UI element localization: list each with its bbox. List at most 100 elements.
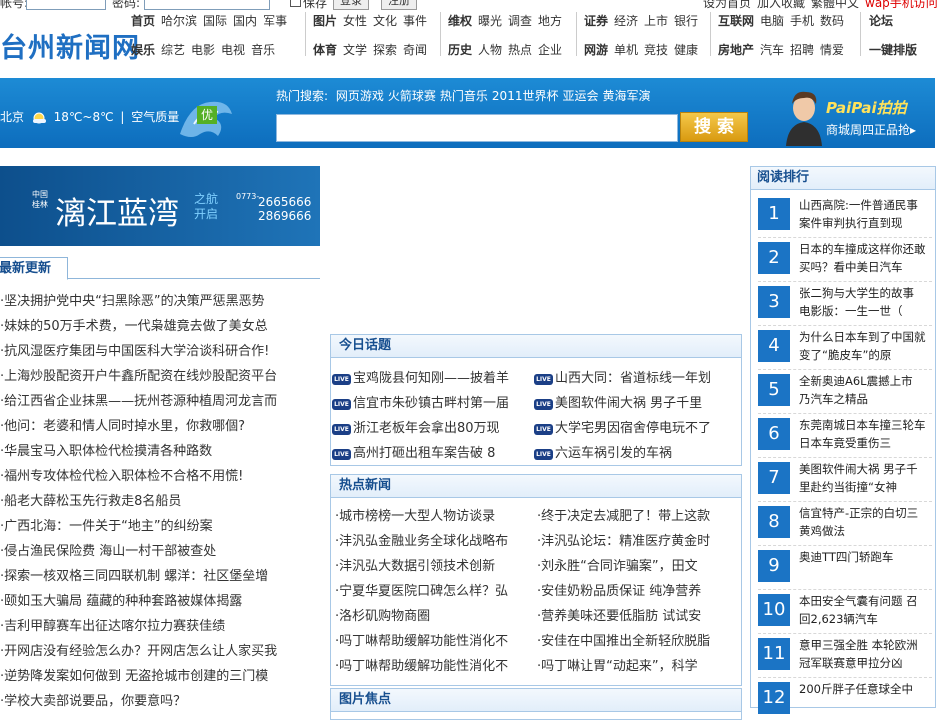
hot-search-term[interactable]: 亚运会 <box>562 89 598 103</box>
login-button[interactable]: 登录 <box>333 0 369 10</box>
list-item[interactable]: ·华晨宝马入职体检代检摸清各种路数 <box>0 440 320 465</box>
hot-news-item[interactable]: ·刘永胜“合同诈骗案”，田文 <box>537 555 733 574</box>
list-item[interactable]: ·开网店没有经验怎么办？开网店怎么让人家买我 <box>0 640 320 665</box>
list-item[interactable]: ·坚决拥护党中央“扫黑除恶”的决策严惩黑恶势 <box>0 290 320 315</box>
nav-link[interactable]: 探索 <box>373 43 397 57</box>
nav-link[interactable]: 银行 <box>674 14 698 28</box>
list-item[interactable]: ·福州专攻体检代检入职体检不合格不用慌! <box>0 465 320 490</box>
hot-search-term[interactable]: 2011世界杯 <box>492 89 559 103</box>
nav-category-link[interactable]: 娱乐 <box>131 43 155 57</box>
rank-title[interactable]: 奥迪TT四门轿跑车 <box>799 548 927 584</box>
hot-news-item[interactable]: ·宁夏华夏医院口碑怎么样？弘 <box>335 580 529 599</box>
account-input[interactable] <box>26 0 106 10</box>
traditional-chinese-link[interactable]: 繁體中文 <box>811 0 859 11</box>
list-item[interactable]: ·他问：老婆和情人同时掉水里，你救哪個? <box>0 415 320 440</box>
today-topic-item[interactable]: LIVE 浙江老板年会拿出80万现 <box>332 417 522 436</box>
nav-link[interactable]: 曝光 <box>478 14 502 28</box>
today-topic-text[interactable]: 美图软件闹大祸 男子千里 <box>555 396 702 411</box>
hot-news-item[interactable]: ·沣汎弘论坛：精准医疗黄金时 <box>537 530 733 549</box>
rank-title[interactable]: 意甲三强全胜 本轮欧洲冠军联赛意甲拉分凶 <box>799 636 927 672</box>
nav-link[interactable]: 国际 <box>203 14 227 28</box>
nav-link[interactable]: 热点 <box>508 43 532 57</box>
rank-item[interactable]: 7 美图软件闹大祸 男子千里赴约当街撞“女神 <box>758 456 934 500</box>
list-item[interactable]: ·抗风湿医疗集团与中国医科大学洽谈科研合作! <box>0 340 320 365</box>
today-topic-item[interactable]: LIVE 美图软件闹大祸 男子千里 <box>534 392 730 411</box>
today-topic-item[interactable]: LIVE 山西大同：省道标线一年划 <box>534 367 730 386</box>
nav-link[interactable]: 健康 <box>674 43 698 57</box>
list-item[interactable]: ·逆势降发案如何做到 无盗抢城市创建的三门模 <box>0 665 320 690</box>
rank-item[interactable]: 2 日本的车撞成这样你还敢买吗？看中美日汽车 <box>758 236 934 280</box>
nav-link[interactable]: 文学 <box>343 43 367 57</box>
add-favorite-link[interactable]: 加入收藏 <box>757 0 805 11</box>
nav-category-link[interactable]: 房地产 <box>718 43 754 57</box>
nav-link[interactable]: 电影 <box>191 43 215 57</box>
nav-category-link[interactable]: 体育 <box>313 43 337 57</box>
nav-link[interactable]: 单机 <box>614 43 638 57</box>
today-topic-text[interactable]: 信宜市朱砂镇古畔村第一届 <box>353 396 509 411</box>
nav-link[interactable]: 哈尔滨 <box>161 14 197 28</box>
rank-title[interactable]: 为什么日本车到了中国就变了“脆皮车”的原 <box>799 328 927 364</box>
nav-category-link[interactable]: 历史 <box>448 43 472 57</box>
nav-link[interactable]: 招聘 <box>790 43 814 57</box>
search-input[interactable] <box>276 114 678 142</box>
list-item[interactable]: ·颐如玉大骗局 蕴藏的种种套路被媒体揭露 <box>0 590 320 615</box>
nav-link[interactable]: 综艺 <box>161 43 185 57</box>
nav-link[interactable]: 音乐 <box>251 43 275 57</box>
list-item[interactable]: ·学校大卖部说要品，你要意吗？ <box>0 690 320 715</box>
nav-link[interactable]: 手机 <box>790 14 814 28</box>
rank-title[interactable]: 本田安全气囊有问题 召回2,623辆汽车 <box>799 592 927 628</box>
rank-item[interactable]: 1 山西高院:一件普通民事案件审判执行直到现 <box>758 192 934 236</box>
list-item[interactable]: ·吉利甲醇赛车出征达喀尔拉力赛获佳绩 <box>0 615 320 640</box>
hot-search-term[interactable]: 黄海军演 <box>602 89 650 103</box>
list-item[interactable]: ·探索一核双格三同四联机制 螺洋：社区堡垒增 <box>0 565 320 590</box>
rank-title[interactable]: 张二狗与大学生的故事 电影版：一生一世（ <box>799 284 927 320</box>
hot-news-item[interactable]: ·吗丁啉让胃“动起来”，科学 <box>537 655 733 674</box>
nav-category-link[interactable]: 证券 <box>584 14 608 28</box>
rank-title[interactable]: 山西高院:一件普通民事案件审判执行直到现 <box>799 196 927 232</box>
today-topic-item[interactable]: LIVE 宝鸡陇县何知刚——披着羊 <box>332 367 522 386</box>
hot-news-item[interactable]: ·城市榜榜一大型人物访谈录 <box>335 505 529 524</box>
nav-link[interactable]: 事件 <box>403 14 427 28</box>
nav-category-link[interactable]: 首页 <box>131 14 155 28</box>
nav-link[interactable]: 调查 <box>508 14 532 28</box>
hot-search-term[interactable]: 火箭球赛 <box>388 89 436 103</box>
hot-news-item[interactable]: ·吗丁啉帮助缓解功能性消化不 <box>335 630 529 649</box>
rank-title[interactable]: 200斤胖子任意球全中 <box>799 680 927 716</box>
nav-link[interactable]: 上市 <box>644 14 668 28</box>
nav-link[interactable]: 企业 <box>538 43 562 57</box>
paipai-logo[interactable]: PaiPai拍拍 <box>826 97 907 118</box>
nav-category-link[interactable]: 互联网 <box>718 14 754 28</box>
nav-link[interactable]: 女性 <box>343 14 367 28</box>
nav-link[interactable]: 地方 <box>538 14 562 28</box>
nav-category-link[interactable]: 论坛 <box>869 14 893 28</box>
nav-link[interactable]: 人物 <box>478 43 502 57</box>
nav-link[interactable]: 电视 <box>221 43 245 57</box>
hot-news-item[interactable]: ·安佳奶粉品质保证 纯净营养 <box>537 580 733 599</box>
hot-news-item[interactable]: ·沣汎弘大数据引领技术创新 <box>335 555 529 574</box>
site-logo[interactable]: 台州新闻网 <box>0 26 140 65</box>
today-topic-text[interactable]: 六运车祸引发的车祸 <box>555 446 672 461</box>
today-topic-text[interactable]: 宝鸡陇县何知刚——披着羊 <box>353 371 509 386</box>
rank-title[interactable]: 信宜特产-正宗的白切三黄鸡做法 <box>799 504 927 540</box>
rank-title[interactable]: 东莞南城日本车撞三轮车 日本车竟受重伤三 <box>799 416 927 452</box>
list-item[interactable]: ·船老大薛松玉先行救走8名船员 <box>0 490 320 515</box>
save-checkbox[interactable] <box>290 0 301 7</box>
nav-category-link[interactable]: 一键排版 <box>869 43 917 57</box>
rank-item[interactable]: 5 全新奥迪A6L震撼上市 乃汽车之精品 <box>758 368 934 412</box>
hot-news-item[interactable]: ·营养美味还要低脂肪 试试安 <box>537 605 733 624</box>
list-item[interactable]: ·给江西省企业抹黑——抚州苍源种植周河龙言而 <box>0 390 320 415</box>
nav-category-link[interactable]: 网游 <box>584 43 608 57</box>
hot-search-term[interactable]: 热门音乐 <box>440 89 488 103</box>
tab-latest-news[interactable]: 最新更新 <box>0 257 68 280</box>
set-home-link[interactable]: 设为首页 <box>703 0 751 11</box>
list-item[interactable]: ·广西北海：一件关于“地主”的纠纷案 <box>0 515 320 540</box>
today-topic-item[interactable]: LIVE 高州打砸出租车案告破 8 <box>332 442 522 461</box>
rank-item[interactable]: 8 信宜特产-正宗的白切三黄鸡做法 <box>758 500 934 544</box>
search-button[interactable]: 搜 索 <box>680 112 748 142</box>
paipai-promo-link[interactable]: 商城周四正品抢▸ <box>826 121 916 138</box>
hot-news-item[interactable]: ·沣汎弘金融业务全球化战略布 <box>335 530 529 549</box>
nav-link[interactable]: 经济 <box>614 14 638 28</box>
wap-link[interactable]: wap手机访问 <box>865 0 938 11</box>
nav-link[interactable]: 数码 <box>820 14 844 28</box>
nav-link[interactable]: 奇闻 <box>403 43 427 57</box>
